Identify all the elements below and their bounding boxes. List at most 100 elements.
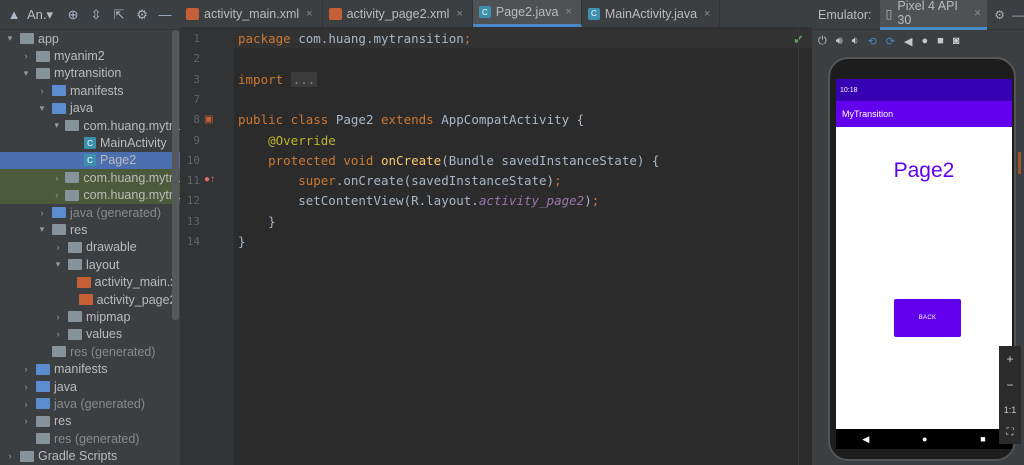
code-line[interactable]: protected void onCreate(Bundle savedInst… [238, 153, 659, 168]
tree-item[interactable]: › drawable [0, 239, 180, 256]
close-icon[interactable]: × [974, 6, 981, 20]
tree-item[interactable]: activity_page2. [0, 291, 180, 308]
tree-item[interactable]: › values [0, 326, 180, 343]
chevron-down-icon[interactable]: ▾ [36, 103, 48, 114]
tree-item[interactable]: › java [0, 378, 180, 395]
code-token[interactable]: ... [290, 71, 318, 87]
tree-item[interactable]: C Page2 [0, 151, 180, 170]
override-gutter-icon[interactable]: ●↑ [204, 174, 215, 185]
chevron-right-icon[interactable]: › [52, 329, 64, 339]
chevron-right-icon[interactable]: › [36, 86, 48, 96]
tree-item[interactable]: ▾ com.huang.mytra [0, 117, 180, 134]
tree-item[interactable]: ▾ res [0, 221, 180, 238]
folder-icon [68, 259, 82, 271]
fit-screen-icon[interactable]: ⛶ [1007, 427, 1014, 438]
chevron-right-icon[interactable]: › [20, 416, 32, 426]
code-line[interactable]: } [238, 214, 276, 229]
collapse-all-icon[interactable]: ⇱ [109, 5, 129, 25]
chevron-down-icon[interactable]: ▾ [52, 120, 61, 131]
chevron-right-icon[interactable]: › [20, 399, 32, 409]
device-screen[interactable]: 10:18 MyTransition Page2 BACK [836, 79, 1012, 429]
close-icon[interactable]: × [565, 6, 571, 18]
tree-item[interactable]: › Gradle Scripts [0, 447, 180, 464]
tree-item[interactable]: res (generated) [0, 343, 180, 360]
tree-item[interactable]: ▾ java [0, 100, 180, 117]
gear-icon[interactable]: ⚙ [132, 5, 152, 25]
tree-item[interactable]: activity_main.xı [0, 273, 180, 290]
tree-item[interactable]: › java (generated) [0, 395, 180, 412]
project-view-dropdown[interactable]: An.▾ [27, 7, 53, 23]
overview-icon[interactable]: ■ [937, 35, 944, 47]
tree-item[interactable]: res (generated) [0, 430, 180, 447]
close-icon[interactable]: × [456, 8, 462, 20]
tree-item[interactable]: ▾ mytransition [0, 65, 180, 82]
code-line[interactable]: setContentView(R.layout.activity_page2); [238, 193, 599, 208]
zoom-ratio-button[interactable]: 1:1 [1004, 405, 1017, 415]
chevron-down-icon[interactable]: ▾ [52, 259, 64, 270]
chevron-right-icon[interactable]: › [52, 190, 61, 200]
rotate-right-icon[interactable]: ⟳ [886, 35, 895, 48]
code-token: Page2 [335, 112, 381, 128]
class-icon: C [84, 154, 96, 167]
line-number: 13 [186, 214, 200, 228]
back-button[interactable]: BACK [894, 299, 961, 337]
tree-item[interactable]: › com.huang.mytra [0, 169, 180, 187]
chevron-right-icon[interactable]: › [52, 173, 61, 183]
editor-tab[interactable]: C Page2.java × [472, 0, 582, 27]
nav-back-icon[interactable]: ◀ [862, 434, 869, 445]
chevron-down-icon[interactable]: ▾ [20, 68, 32, 79]
zoom-out-button[interactable]: − [1006, 378, 1013, 392]
home-icon[interactable]: ● [921, 35, 928, 47]
code-line[interactable]: package com.huang.mytransition; [238, 31, 471, 46]
chevron-down-icon[interactable]: ▾ [4, 33, 16, 44]
chevron-right-icon[interactable]: › [20, 382, 32, 392]
folder-icon [20, 33, 34, 45]
tree-item[interactable]: › res [0, 413, 180, 430]
class-gutter-icon[interactable]: ▣ [204, 114, 213, 125]
rotate-left-icon[interactable]: ⟲ [868, 35, 877, 48]
code-line[interactable]: } [238, 234, 246, 249]
tree-item[interactable]: › com.huang.mytra [0, 186, 180, 204]
editor-tab[interactable]: activity_page2.xml × [323, 0, 473, 27]
back-icon[interactable]: ◀ [904, 35, 912, 48]
power-icon[interactable]: ⏻ [818, 35, 827, 48]
editor-tab[interactable]: C MainActivity.java × [582, 0, 721, 27]
tree-scrollbar[interactable] [172, 30, 179, 320]
tree-item[interactable]: › manifests [0, 360, 180, 377]
code-line[interactable]: public class Page2 extends AppCompatActi… [238, 112, 584, 127]
minimize-icon[interactable]: — [1012, 8, 1024, 22]
screenshot-icon[interactable]: ◙ [953, 35, 960, 47]
chevron-down-icon[interactable]: ▾ [36, 224, 48, 235]
gear-icon[interactable]: ⚙ [994, 8, 1005, 22]
nav-home-icon[interactable]: ● [922, 434, 927, 444]
expand-all-icon[interactable]: ⇳ [86, 5, 106, 25]
volume-up-icon[interactable]: 🔊︎ [836, 35, 843, 48]
device-tab[interactable]: ▯ Pixel 4 API 30 × [879, 0, 988, 30]
close-icon[interactable]: × [306, 8, 312, 20]
tree-item[interactable]: C MainActivity [0, 134, 180, 151]
tree-item[interactable]: › mipmap [0, 308, 180, 325]
chevron-right-icon[interactable]: › [36, 208, 48, 218]
tree-item[interactable]: › manifests [0, 82, 180, 99]
chevron-right-icon[interactable]: › [52, 312, 64, 322]
hide-icon[interactable]: — [155, 5, 175, 25]
chevron-right-icon[interactable]: › [20, 51, 32, 61]
editor-tab[interactable]: activity_main.xml × [180, 0, 323, 27]
volume-down-icon[interactable]: 🔉︎ [852, 35, 859, 48]
tree-item[interactable]: › myanim2 [0, 47, 180, 64]
close-icon[interactable]: × [704, 8, 710, 20]
code-line[interactable]: import ... [238, 71, 318, 87]
chevron-right-icon[interactable]: › [52, 242, 64, 252]
chevron-right-icon[interactable]: › [4, 451, 16, 461]
tree-item[interactable]: › java (generated) [0, 204, 180, 221]
tree-item[interactable]: ▾ app [0, 30, 180, 47]
code-line[interactable]: @Override [238, 133, 336, 148]
chevron-right-icon[interactable]: › [20, 364, 32, 374]
tree-item-label: MainActivity [100, 136, 167, 151]
code-line[interactable]: super.onCreate(savedInstanceState); [238, 173, 561, 188]
nav-recents-icon[interactable]: ■ [980, 434, 985, 444]
line-number: 1 [193, 32, 200, 45]
zoom-in-button[interactable]: + [1006, 352, 1013, 366]
tree-item[interactable]: ▾ layout [0, 256, 180, 273]
locate-icon[interactable]: ⊕ [63, 5, 83, 25]
